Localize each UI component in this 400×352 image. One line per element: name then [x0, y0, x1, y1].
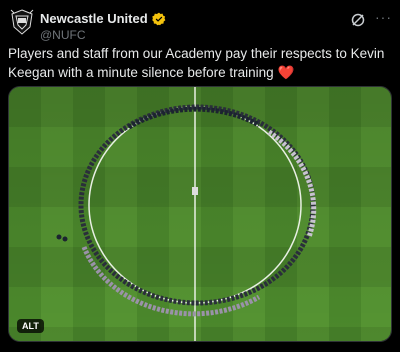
- tweet-body: Players and staff from our Academy pay t…: [8, 46, 385, 80]
- verified-badge-icon[interactable]: [151, 12, 166, 26]
- tweet-header: Newcastle United @NUFC ···: [8, 6, 392, 42]
- name-row: Newcastle United: [40, 11, 166, 26]
- heart-emoji: ❤️: [277, 65, 295, 80]
- avatar[interactable]: [8, 8, 36, 36]
- newcastle-crest-icon: [10, 9, 34, 35]
- handle[interactable]: @NUFC: [40, 28, 86, 42]
- more-options-button[interactable]: ···: [375, 9, 392, 25]
- tweet-card: Newcastle United @NUFC ··· Players and s…: [0, 0, 400, 352]
- tweet-image[interactable]: ALT: [8, 86, 392, 342]
- alt-badge[interactable]: ALT: [17, 319, 44, 333]
- pitch-photo: [9, 87, 391, 341]
- display-name[interactable]: Newcastle United: [40, 11, 148, 26]
- grok-icon[interactable]: [350, 12, 366, 28]
- tweet-text: Players and staff from our Academy pay t…: [8, 44, 392, 82]
